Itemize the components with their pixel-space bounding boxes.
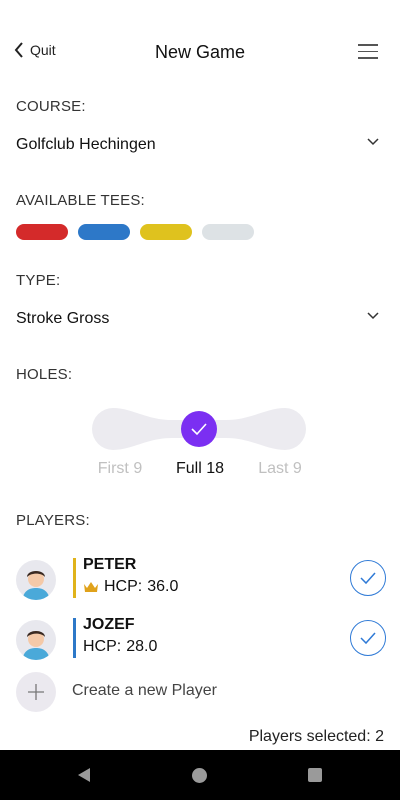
player-name: PETER bbox=[83, 556, 137, 573]
create-player-label: Create a new Player bbox=[72, 682, 217, 699]
check-icon bbox=[360, 632, 376, 645]
holes-option-first-9[interactable]: First 9 bbox=[80, 460, 160, 478]
holes-thumb bbox=[181, 411, 217, 447]
holes-option-full-18[interactable]: Full 18 bbox=[160, 460, 240, 478]
check-icon bbox=[360, 572, 376, 585]
player-row[interactable]: PETER HCP: 36.0 bbox=[16, 556, 386, 604]
hcp-value: 36.0 bbox=[147, 578, 179, 595]
type-select[interactable]: Stroke Gross bbox=[16, 310, 109, 328]
player-select-checkbox[interactable] bbox=[350, 560, 386, 596]
type-label: TYPE: bbox=[16, 272, 61, 289]
player-hcp: HCP: 36.0 bbox=[83, 578, 178, 596]
player-select-checkbox[interactable] bbox=[350, 620, 386, 656]
player-name: JOZEF bbox=[83, 616, 135, 633]
tee-yellow[interactable] bbox=[140, 224, 192, 240]
tee-blue[interactable] bbox=[78, 224, 130, 240]
home-icon[interactable] bbox=[192, 768, 207, 783]
holes-label: HOLES: bbox=[16, 366, 73, 383]
player-color-bar bbox=[73, 558, 76, 598]
create-player-button[interactable]: Create a new Player bbox=[16, 672, 316, 712]
players-selected-count: Players selected: 2 bbox=[248, 728, 384, 745]
course-select[interactable]: Golfclub Hechingen bbox=[16, 136, 156, 154]
system-nav-bar bbox=[0, 750, 400, 800]
holes-slider[interactable] bbox=[92, 408, 306, 450]
tees-label: AVAILABLE TEES: bbox=[16, 192, 145, 209]
recent-apps-icon[interactable] bbox=[308, 768, 322, 782]
holes-option-last-9[interactable]: Last 9 bbox=[240, 460, 320, 478]
players-label: PLAYERS: bbox=[16, 512, 90, 529]
player-row[interactable]: JOZEF HCP: 28.0 bbox=[16, 616, 386, 664]
player-hcp: HCP: 28.0 bbox=[83, 638, 157, 656]
tee-list bbox=[16, 224, 254, 240]
avatar bbox=[16, 620, 56, 660]
plus-icon bbox=[16, 672, 56, 712]
tee-white[interactable] bbox=[202, 224, 254, 240]
avatar bbox=[16, 560, 56, 600]
page-title: New Game bbox=[154, 42, 246, 62]
player-color-bar bbox=[73, 618, 76, 658]
menu-icon[interactable] bbox=[358, 44, 378, 60]
tee-red[interactable] bbox=[16, 224, 68, 240]
back-icon[interactable] bbox=[76, 767, 92, 783]
course-label: COURSE: bbox=[16, 98, 86, 115]
holes-options: First 9 Full 18 Last 9 bbox=[80, 460, 320, 478]
hcp-label: HCP: bbox=[83, 638, 122, 655]
hcp-label: HCP: bbox=[104, 578, 143, 595]
crown-icon bbox=[84, 582, 98, 592]
header: Quit New Game bbox=[0, 0, 400, 106]
chevron-down-icon[interactable] bbox=[366, 311, 380, 321]
hcp-value: 28.0 bbox=[126, 638, 158, 655]
chevron-down-icon[interactable] bbox=[366, 137, 380, 147]
